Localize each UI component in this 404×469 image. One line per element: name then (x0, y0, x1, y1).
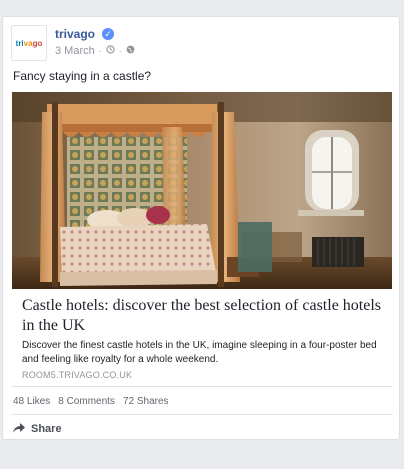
comments-count[interactable]: 8 Comments (58, 396, 115, 407)
share-button[interactable]: Share (13, 422, 62, 436)
castle-bedroom-image[interactable] (12, 92, 392, 289)
action-divider (11, 414, 393, 415)
link-preview-border (12, 386, 392, 387)
logo-text-part3: go (32, 38, 43, 48)
engagement-stats: 48 Likes 8 Comments 72 Shares (13, 396, 169, 407)
meta-separator-2: · (118, 46, 122, 56)
post-meta: 3 March · · (55, 45, 135, 57)
page-name-link[interactable]: trivago (55, 27, 95, 41)
globe-icon[interactable] (126, 45, 135, 57)
post-header: tri va go trivago ✓ 3 March · · (11, 25, 391, 65)
link-domain: ROOM5.TRIVAGO.CO.UK (22, 370, 133, 380)
likes-count[interactable]: 48 Likes (13, 396, 50, 407)
post-text: Fancy staying in a castle? (13, 69, 152, 83)
clock-icon (106, 45, 115, 57)
trivago-logo-avatar[interactable]: tri va go (11, 25, 47, 61)
logo-text-part1: tri (15, 38, 24, 48)
share-label: Share (31, 423, 62, 435)
share-arrow-icon (13, 422, 25, 436)
link-description: Discover the finest castle hotels in the… (22, 340, 377, 365)
link-title[interactable]: Castle hotels: discover the best selecti… (22, 296, 384, 336)
verified-badge-icon: ✓ (102, 28, 114, 40)
logo-text-part2: va (23, 38, 33, 48)
meta-separator: · (98, 46, 102, 56)
post-card: tri va go trivago ✓ 3 March · · Fancy stay… (2, 16, 400, 440)
post-date[interactable]: 3 March (55, 45, 95, 57)
shares-count[interactable]: 72 Shares (123, 396, 169, 407)
